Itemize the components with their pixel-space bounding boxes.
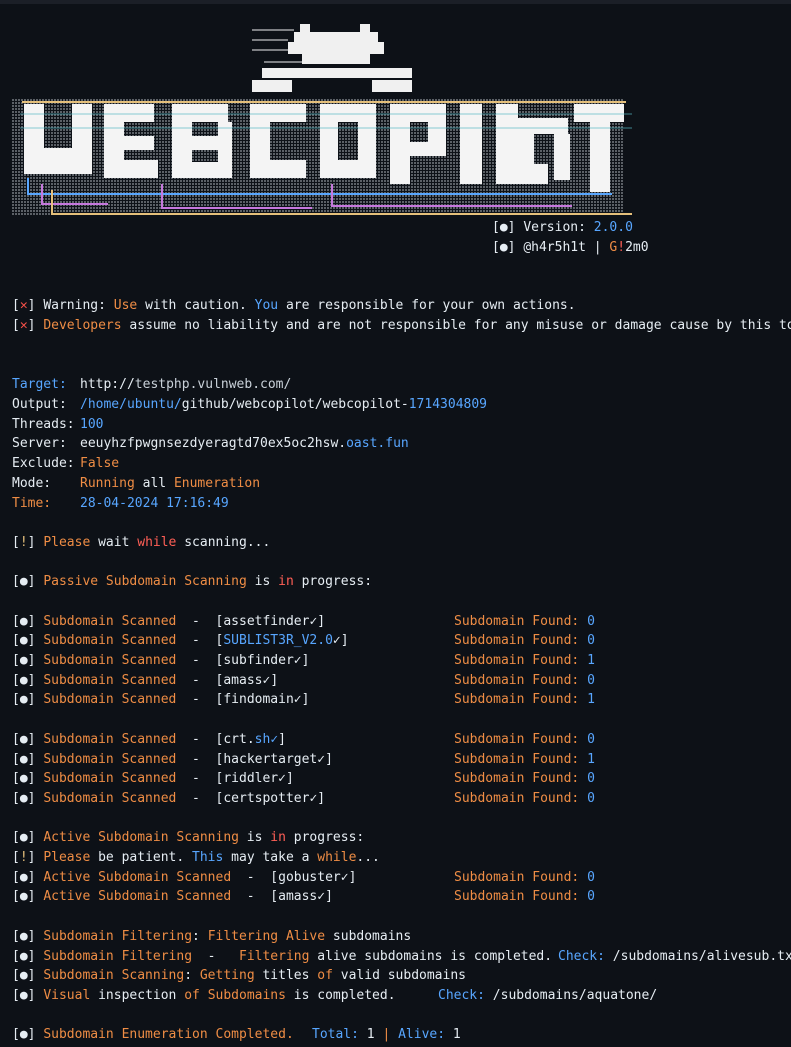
- server-line: Server: eeuyhzfpwgnsezdyeragtd70ex5oc2hsw…: [12, 436, 409, 451]
- scan-row-assetfinder: [●] Subdomain Scanned - [assetfinder✓] Su…: [12, 614, 595, 629]
- output-line: Output:/home/ubuntu/github/webcopilot/we…: [12, 397, 488, 412]
- mode-line: Mode: Running all Enumeration: [12, 476, 261, 491]
- scan-row-riddler: [●] Subdomain Scanned - [riddler✓] Subdom…: [12, 771, 595, 786]
- cross-icon: ✕: [19, 318, 28, 333]
- wait-line: [!] Please wait while scanning...: [12, 535, 271, 550]
- scan-row-sublist3r: [●] Subdomain Scanned - [SUBLIST3R_V2.0✓…: [12, 633, 595, 648]
- exclude-line: Exclude: False: [12, 456, 120, 471]
- enumeration-completed-line: [●] Subdomain Enumeration Completed. Tota…: [12, 1027, 461, 1042]
- passive-header: [●] Passive Subdomain Scanning is in pro…: [12, 574, 373, 589]
- target-line: Target: http://testphp.vulnweb.com/: [12, 377, 292, 392]
- webcopilot-ascii-banner: [12, 24, 632, 216]
- time-line: Time: 28-04-2024 17:16:49: [12, 496, 229, 511]
- warning-line-2: [✕] Developers assume no liability and a…: [12, 318, 791, 333]
- active-row-amass: [●] Active Subdomain Scanned - [amass✓] S…: [12, 889, 595, 904]
- visual-inspection-line: [●] Visual inspection of Subdomains is c…: [12, 988, 658, 1003]
- scan-row-findomain: [●] Subdomain Scanned - [findomain✓] Subd…: [12, 692, 595, 707]
- scan-row-amass: [●] Subdomain Scanned - [amass✓] Subdomai…: [12, 673, 595, 688]
- warning-line-1: [✕] Warning: Use with caution. You are r…: [12, 298, 576, 313]
- cross-icon: ✕: [19, 298, 28, 313]
- threads-line: Threads: 100: [12, 417, 104, 432]
- scanning-titles-line: [●] Subdomain Scanning: Getting titles o…: [12, 968, 466, 983]
- scan-row-certspotter: [●] Subdomain Scanned - [certspotter✓] Su…: [12, 791, 595, 806]
- patient-line: [!] Please be patient. This may take a w…: [12, 850, 380, 865]
- scan-row-subfinder: [●] Subdomain Scanned - [subfinder✓] Subd…: [12, 653, 595, 668]
- filtering-line-1: [●] Subdomain Filtering: Filtering Alive…: [12, 929, 412, 944]
- version-line: [●] Version: 2.0.0: [492, 220, 633, 235]
- scan-row-hackertarget: [●] Subdomain Scanned - [hackertarget✓] S…: [12, 752, 595, 767]
- scan-row-crtsh: [●] Subdomain Scanned - [crt.sh✓] Subdoma…: [12, 732, 595, 747]
- terminal-top-bar: [0, 0, 791, 4]
- author-line: [●] @h4r5h1t | G!2m0: [492, 240, 649, 255]
- active-header: [●] Active Subdomain Scanning is in prog…: [12, 830, 365, 845]
- filtering-line-2: [●] Subdomain Filtering - Filtering aliv…: [12, 949, 791, 964]
- active-row-gobuster: [●] Active Subdomain Scanned - [gobuster…: [12, 870, 595, 885]
